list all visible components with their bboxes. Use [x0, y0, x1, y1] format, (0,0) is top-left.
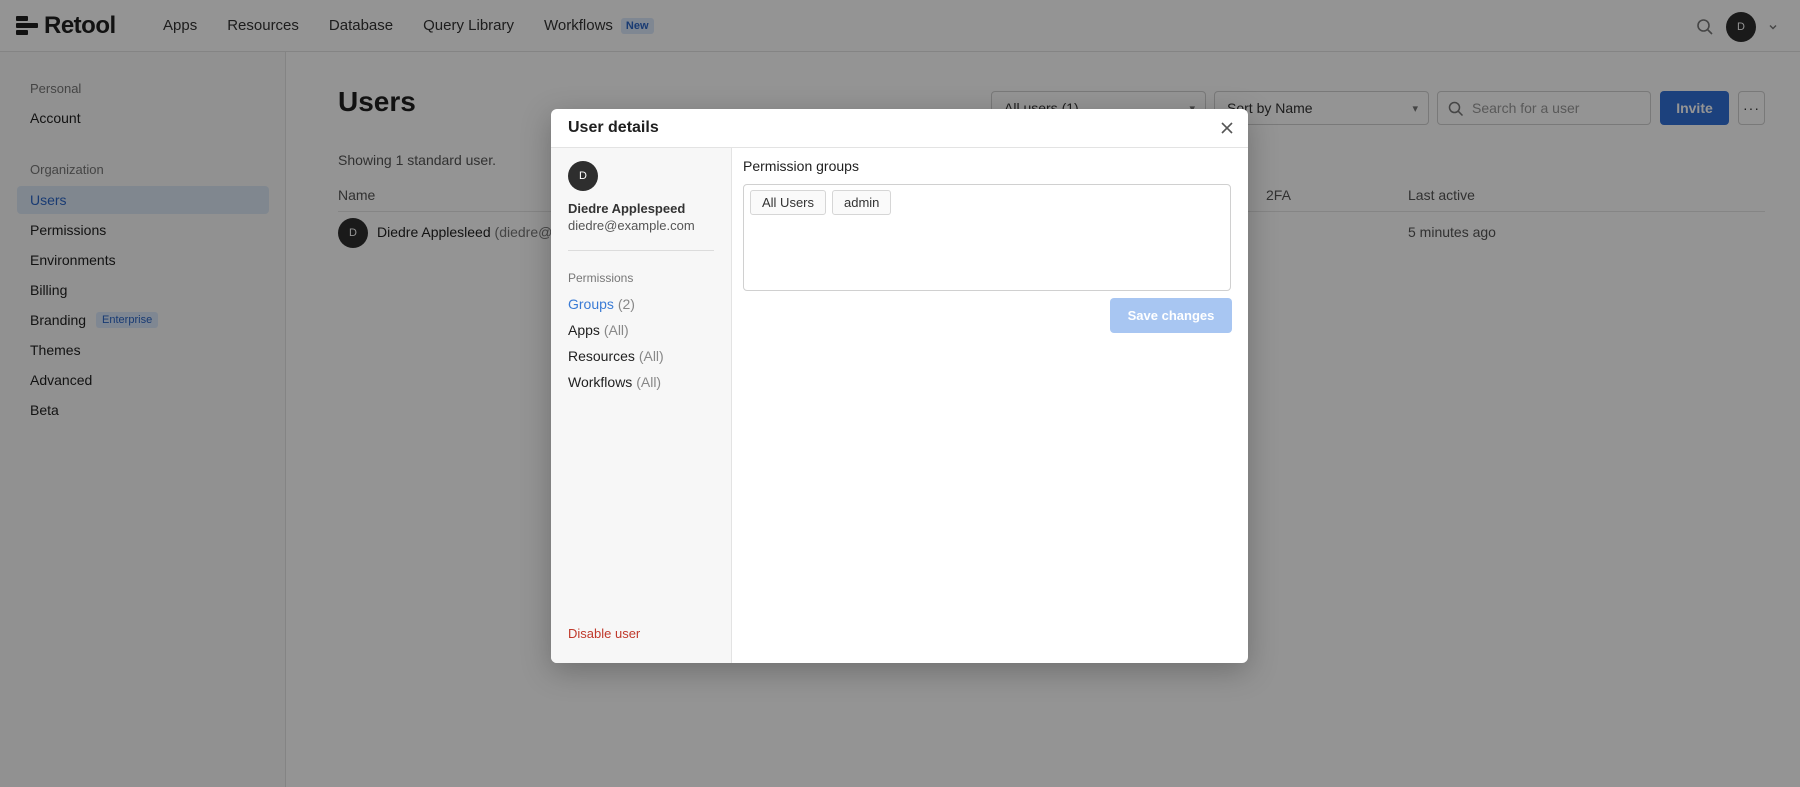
- save-changes-button[interactable]: Save changes: [1110, 298, 1232, 333]
- modal-content: Permission groups All Users admin Save c…: [733, 148, 1248, 663]
- permission-groups-input[interactable]: All Users admin: [743, 184, 1231, 291]
- user-details-modal: User details D Diedre Applespeed diedre@…: [551, 109, 1248, 663]
- group-chip-all-users[interactable]: All Users: [750, 190, 827, 215]
- group-chip-admin[interactable]: admin: [832, 190, 892, 215]
- modal-sidebar: D Diedre Applespeed diedre@example.com P…: [551, 148, 732, 663]
- modal-user-name: Diedre Applespeed: [568, 201, 686, 216]
- perm-item-workflows[interactable]: Workflows (All): [568, 374, 661, 390]
- modal-title: User details: [568, 119, 659, 136]
- perm-item-apps[interactable]: Apps (All): [568, 322, 629, 338]
- modal-user-email: diedre@example.com: [568, 218, 695, 233]
- perm-item-groups[interactable]: Groups (2): [568, 296, 635, 312]
- close-icon[interactable]: [1219, 120, 1235, 136]
- perm-item-count: (All): [603, 322, 629, 338]
- perm-item-resources[interactable]: Resources (All): [568, 348, 664, 364]
- perm-item-label: Apps: [568, 322, 600, 338]
- modal-header: User details: [551, 109, 1248, 148]
- divider: [568, 250, 714, 251]
- perm-item-label: Workflows: [568, 374, 633, 390]
- disable-user-button[interactable]: Disable user: [568, 626, 640, 641]
- perm-item-label: Resources: [568, 348, 635, 364]
- permissions-label: Permissions: [568, 271, 634, 285]
- perm-item-count: (All): [638, 348, 664, 364]
- perm-item-label: Groups: [568, 296, 614, 312]
- perm-item-count: (2): [617, 296, 635, 312]
- avatar: D: [568, 161, 598, 191]
- perm-item-count: (All): [636, 374, 662, 390]
- permission-groups-title: Permission groups: [743, 158, 859, 174]
